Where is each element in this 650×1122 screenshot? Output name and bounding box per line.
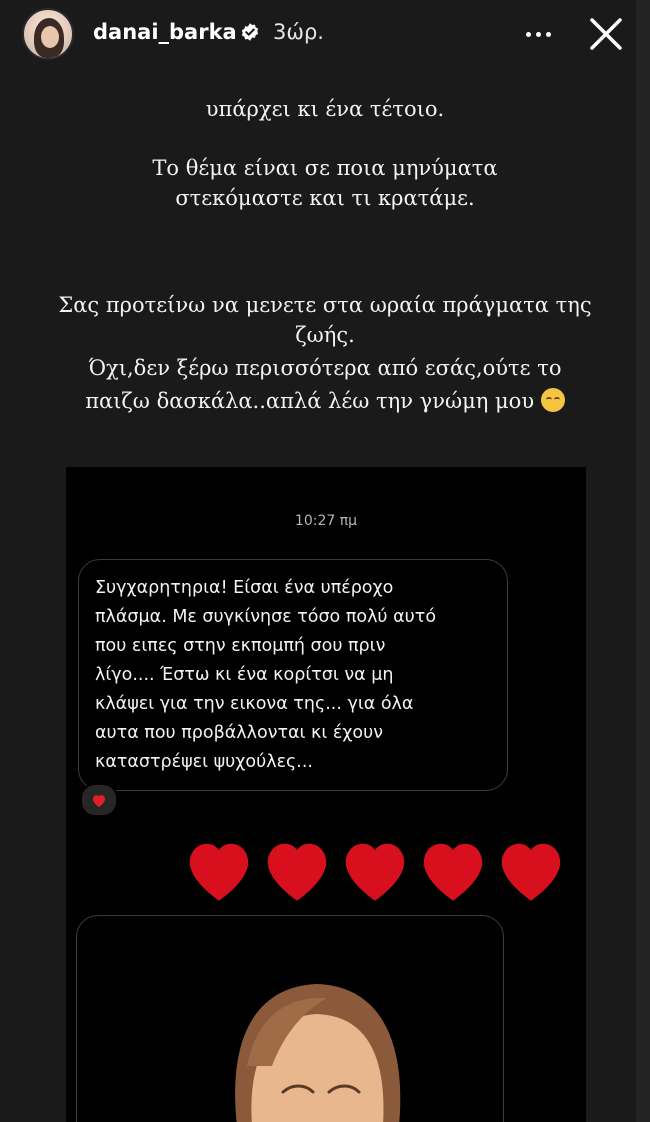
- heart-emoji-icon: [501, 843, 561, 901]
- message-text: Συγχαρητηρια! Είσαι ένα υπέροχο πλάσμα. …: [95, 574, 505, 777]
- chat-screenshot: 10:27 πμ Συγχαρητηρια! Είσαι ένα υπέροχο…: [66, 467, 586, 1122]
- message-line: που ειπες στην εκπομπή σου πριν: [95, 636, 386, 656]
- story-text-line: Σας προτείνω να μενετε στα ωραία πράγματ…: [58, 293, 592, 317]
- verified-badge-icon: [241, 23, 259, 41]
- story-viewer[interactable]: danai_barka 3ώρ. υπάρχει κι ένα τέτοιο. …: [0, 0, 650, 1122]
- story-header: danai_barka 3ώρ.: [0, 0, 650, 70]
- story-text-line: Το θέμα είναι σε ποια μηνύματα: [152, 156, 498, 180]
- story-text-line: παιζω δασκάλα..απλά λέω την γνώμη μου: [85, 389, 535, 413]
- memoji-sticker-icon: [235, 984, 401, 1122]
- message-line: αυτα που προβάλλονται κι έχουν: [95, 723, 384, 743]
- message-line: λίγο.... Έστω κι ένα κορίτσι να μη: [95, 665, 394, 685]
- heart-emoji-icon: [423, 843, 483, 901]
- heart-reaction-icon[interactable]: [80, 783, 118, 817]
- story-edge: [636, 0, 650, 1122]
- heart-emoji-icon: [267, 843, 327, 901]
- story-text-line: υπάρχει κι ένα τέτοιο.: [205, 97, 445, 121]
- relieved-face-emoji-icon: [540, 388, 565, 412]
- profile-avatar[interactable]: [22, 8, 74, 60]
- message-line: Συγχαρητηρια! Είσαι ένα υπέροχο: [95, 578, 394, 598]
- story-timestamp: 3ώρ.: [273, 20, 324, 44]
- story-text-line: ζωής.: [295, 323, 355, 347]
- story-text-line-with-emoji: παιζω δασκάλα..απλά λέω την γνώμη μου: [0, 388, 650, 413]
- message-line: καταστρέψει ψυχούλες...: [95, 752, 313, 772]
- close-icon[interactable]: [586, 14, 626, 54]
- message-line: πλάσμα. Με συγκίνησε τόσο πολύ αυτό: [95, 607, 437, 627]
- message-timestamp: 10:27 πμ: [294, 513, 358, 529]
- heart-emoji-icon: [345, 843, 405, 901]
- username[interactable]: danai_barka: [93, 20, 237, 44]
- more-options-icon[interactable]: [520, 20, 556, 48]
- memoji-message-bubble: [76, 915, 504, 1122]
- story-text-line: στεκόμαστε και τι κρατάμε.: [175, 186, 475, 210]
- message-line: κλάψει για την εικονα της... για όλα: [95, 694, 414, 714]
- message-bubble: Συγχαρητηρια! Είσαι ένα υπέροχο πλάσμα. …: [78, 559, 508, 791]
- heart-emoji-icon: [189, 843, 249, 901]
- story-text-line: Όχι,δεν ξέρω περισσότερα από εσάς,ούτε τ…: [88, 356, 562, 380]
- heart-emojis-message: [184, 837, 566, 905]
